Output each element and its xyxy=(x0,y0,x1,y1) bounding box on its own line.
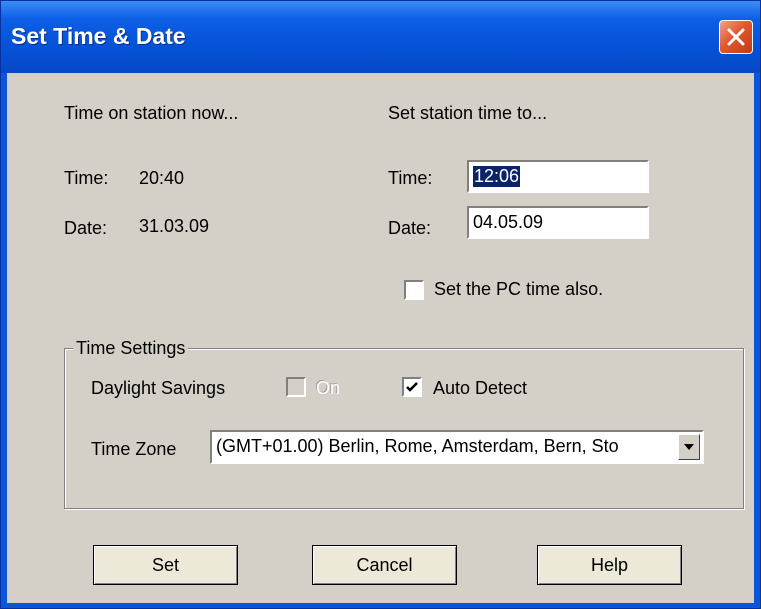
help-button[interactable]: Help xyxy=(537,545,682,585)
set-time-heading: Set station time to... xyxy=(388,103,548,123)
current-date-value: 31.03.09 xyxy=(139,216,210,236)
time-settings-group-label: Time Settings xyxy=(73,338,189,359)
set-date-value: 04.05.09 xyxy=(473,212,544,232)
title-bar[interactable]: Set Time & Date xyxy=(1,1,760,73)
set-button[interactable]: Set xyxy=(93,545,238,585)
current-time-value: 20:40 xyxy=(139,168,185,188)
auto-detect-label[interactable]: Auto Detect xyxy=(433,378,527,399)
chevron-down-icon xyxy=(684,444,694,450)
dialog-body: Time on station now... Time: 20:40 Date:… xyxy=(7,73,754,603)
daylight-on-checkbox[interactable] xyxy=(286,377,306,397)
set-pc-time-checkbox[interactable] xyxy=(404,280,424,300)
time-zone-select[interactable]: (GMT+01.00) Berlin, Rome, Amsterdam, Ber… xyxy=(210,430,704,464)
cancel-button[interactable]: Cancel xyxy=(312,545,457,585)
checkmark-icon xyxy=(406,382,418,392)
time-settings-group xyxy=(64,348,744,509)
daylight-on-label[interactable]: On xyxy=(316,378,340,399)
current-time-heading: Time on station now... xyxy=(64,103,239,123)
dialog-window: Set Time & Date Time on station now... T… xyxy=(0,0,761,609)
window-title: Set Time & Date xyxy=(11,23,186,49)
current-date-label: Date: xyxy=(64,218,108,238)
set-time-input[interactable]: 12:06 xyxy=(467,160,649,193)
set-date-label: Date: xyxy=(388,218,432,238)
set-time-label: Time: xyxy=(388,168,433,188)
time-zone-value: (GMT+01.00) Berlin, Rome, Amsterdam, Ber… xyxy=(216,436,619,456)
set-time-value: 12:06 xyxy=(473,166,521,187)
close-button[interactable] xyxy=(719,20,753,54)
daylight-savings-label: Daylight Savings xyxy=(91,378,226,398)
auto-detect-checkbox[interactable] xyxy=(402,377,422,397)
close-icon xyxy=(727,28,745,46)
set-date-input[interactable]: 04.05.09 xyxy=(467,206,649,239)
time-zone-label: Time Zone xyxy=(91,439,177,459)
set-pc-time-label[interactable]: Set the PC time also. xyxy=(434,279,603,300)
current-time-label: Time: xyxy=(64,168,109,188)
time-zone-dropdown-button[interactable] xyxy=(678,434,700,460)
